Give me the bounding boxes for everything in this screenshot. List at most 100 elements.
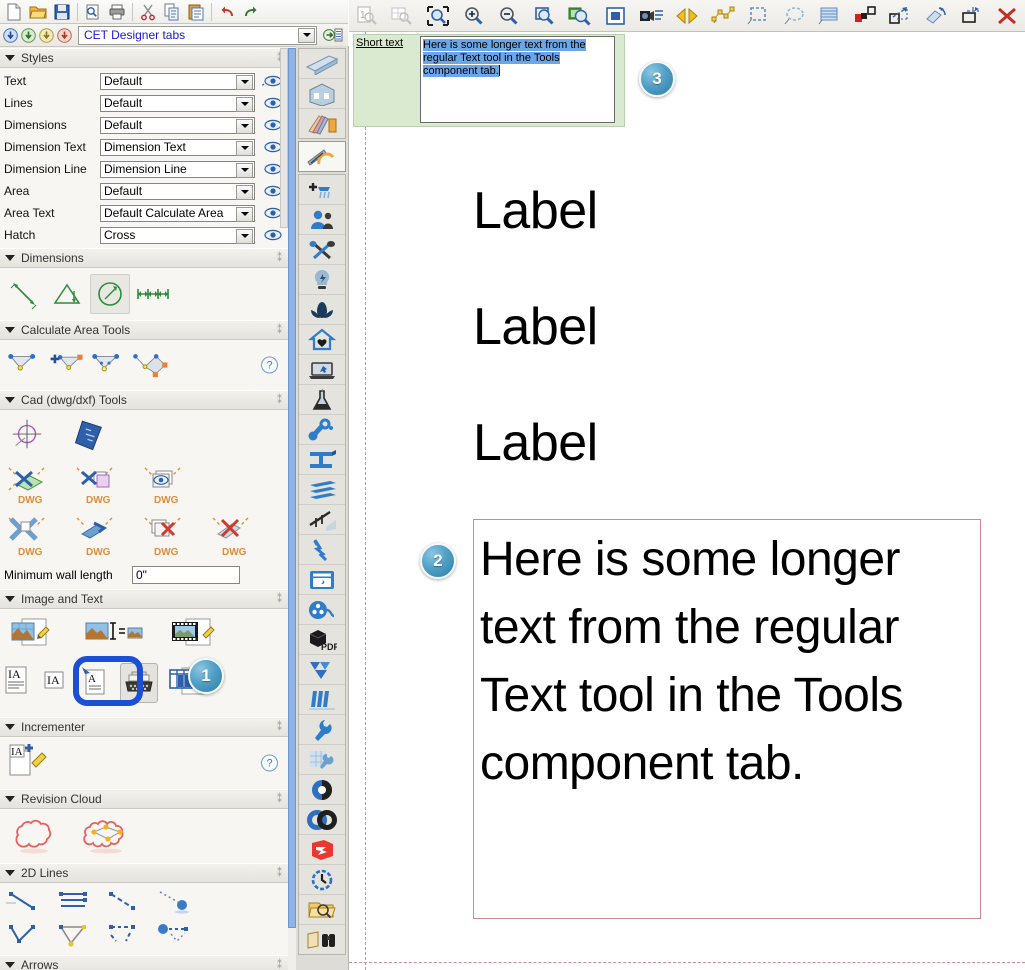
tulip-icon[interactable] (299, 295, 345, 325)
area-midpoint-icon[interactable] (90, 346, 128, 384)
dwg-explode-icon[interactable]: DWG (6, 514, 56, 558)
dwg-delete-layers-icon[interactable]: DWG (142, 514, 192, 558)
style-combobox[interactable]: Default (100, 116, 255, 134)
nav-back-red-icon[interactable] (57, 27, 72, 43)
canvas-text-object-box[interactable]: Here is some longer text from the regula… (473, 519, 981, 919)
chain-dimension-icon[interactable] (134, 275, 172, 313)
polyline-icon[interactable] (6, 923, 44, 949)
pin-icon[interactable]: ⁑ (277, 794, 282, 805)
drafting-tools-icon[interactable] (299, 142, 345, 171)
pin-icon[interactable]: ⁑ (277, 594, 282, 605)
delete-object-icon[interactable] (989, 1, 1025, 30)
section-header-dimensions[interactable]: Dimensions ⁑ (0, 248, 288, 268)
image-frame-edit-icon[interactable] (170, 615, 222, 655)
print-icon[interactable] (105, 1, 129, 23)
chevron-down-icon[interactable] (236, 96, 253, 112)
chevron-down-icon[interactable] (236, 228, 253, 244)
nav-back-blue-icon[interactable] (3, 27, 18, 43)
circular-dimension-icon[interactable] (90, 274, 130, 314)
oven-icon[interactable] (299, 565, 345, 595)
camera-list-icon[interactable] (634, 1, 670, 30)
area-polyline-icon[interactable] (6, 346, 44, 384)
sketchup-icon[interactable] (299, 835, 345, 865)
undo-icon[interactable] (215, 1, 239, 23)
resize-object-icon[interactable] (883, 1, 919, 30)
stacked-shelves-icon[interactable] (299, 475, 345, 505)
kitchen-utensils-icon[interactable] (299, 235, 345, 265)
pin-icon[interactable]: ⁑ (277, 960, 282, 970)
zoom-window-icon[interactable] (527, 1, 563, 30)
lab-flask-icon[interactable] (299, 385, 345, 415)
collapse-triangle-icon[interactable] (5, 962, 15, 968)
steel-beam-icon[interactable] (299, 445, 345, 475)
style-combobox[interactable]: Cross (100, 226, 255, 244)
incrementer-text-icon[interactable]: IA (6, 743, 52, 783)
panel-scroll-area[interactable]: Styles ⁑ Text Default Lines (0, 48, 288, 970)
zoom-page-icon[interactable]: 1 (349, 1, 385, 30)
dwg-import-icon[interactable]: DWG (6, 462, 56, 506)
lightning-electrical-icon[interactable] (299, 535, 345, 565)
section-header-revision-cloud[interactable]: Revision Cloud ⁑ (0, 789, 288, 809)
new-icon[interactable] (2, 1, 26, 23)
print-preview-icon[interactable] (81, 1, 105, 23)
history-clock-icon[interactable] (299, 865, 345, 895)
collapse-triangle-icon[interactable] (5, 796, 15, 802)
frame-view-icon[interactable] (598, 1, 634, 30)
section-header-incrementer[interactable]: Incrementer ⁑ (0, 717, 288, 737)
revision-cloud-icon[interactable] (10, 815, 62, 857)
move-object-icon[interactable] (954, 1, 990, 30)
text-editor-overlay[interactable]: Short text Here is some longer text from… (353, 34, 625, 127)
style-combobox[interactable]: Default (100, 72, 255, 90)
blinds-icon[interactable] (299, 685, 345, 715)
canvas-label-1[interactable]: Label (473, 185, 598, 237)
dotted-polyline-icon[interactable] (156, 923, 198, 949)
select-lasso-icon[interactable] (776, 1, 812, 30)
minimum-wall-length-input[interactable]: 0" (132, 565, 240, 584)
visibility-eye-icon[interactable] (262, 228, 284, 242)
chevron-down-icon[interactable] (236, 184, 253, 200)
laptop-icon[interactable] (299, 355, 345, 385)
dotted-line-point-icon[interactable] (156, 889, 194, 915)
chevron-down-icon[interactable] (236, 162, 253, 178)
chevron-down-icon[interactable] (236, 140, 253, 156)
people-icon[interactable] (299, 205, 345, 235)
building-room-icon[interactable] (299, 79, 345, 109)
zoom-selection-icon[interactable] (562, 1, 598, 30)
section-header-image-and-text[interactable]: Image and Text ⁑ (0, 589, 288, 609)
lightbulb-icon[interactable] (299, 265, 345, 295)
style-combobox[interactable]: Default Calculate Area (100, 204, 255, 222)
style-combobox[interactable]: Default (100, 94, 255, 112)
section-header-arrows[interactable]: Arrows ⁑ (0, 955, 288, 970)
section-header-2d-lines[interactable]: 2D Lines ⁑ (0, 863, 288, 883)
area-add-point-icon[interactable] (48, 346, 86, 384)
text-box-icon[interactable]: IA (42, 664, 70, 702)
shower-plumbing-icon[interactable] (299, 175, 345, 205)
dashed-polyline-icon[interactable] (106, 923, 144, 949)
dwg-delete-icon[interactable]: DWG (210, 514, 260, 558)
select-points-icon[interactable] (705, 1, 741, 30)
zoom-extents-icon[interactable] (420, 1, 456, 30)
linked-rings-icon[interactable] (299, 805, 345, 835)
dashed-line-icon[interactable] (106, 889, 144, 915)
cad-drawing-sheet-icon[interactable] (72, 416, 110, 454)
robot-arm-icon[interactable] (299, 415, 345, 445)
style-combobox[interactable]: Dimension Text (100, 138, 255, 156)
nav-back-yellow-icon[interactable] (39, 27, 54, 43)
collapse-triangle-icon[interactable] (5, 327, 15, 333)
collapse-triangle-icon[interactable] (5, 596, 15, 602)
railing-icon[interactable] (299, 505, 345, 535)
chevron-down-icon[interactable] (236, 74, 253, 90)
home-heart-icon[interactable] (299, 325, 345, 355)
pdf-cube-icon[interactable]: PDF (299, 625, 345, 655)
pin-icon[interactable]: ⁑ (277, 395, 282, 406)
pie-contrast-icon[interactable] (299, 775, 345, 805)
panel-scrollbar-thumb[interactable] (288, 48, 296, 928)
image-scale-icon[interactable] (82, 615, 144, 655)
copy-icon[interactable] (160, 1, 184, 23)
angular-triangle-dimension-icon[interactable] (48, 275, 86, 313)
panel-scrollbar[interactable] (288, 48, 296, 970)
zoom-out-icon[interactable] (491, 1, 527, 30)
wrench-icon[interactable] (299, 715, 345, 745)
help-icon[interactable]: ? (261, 356, 278, 374)
nav-back-green-icon[interactable] (21, 27, 36, 43)
